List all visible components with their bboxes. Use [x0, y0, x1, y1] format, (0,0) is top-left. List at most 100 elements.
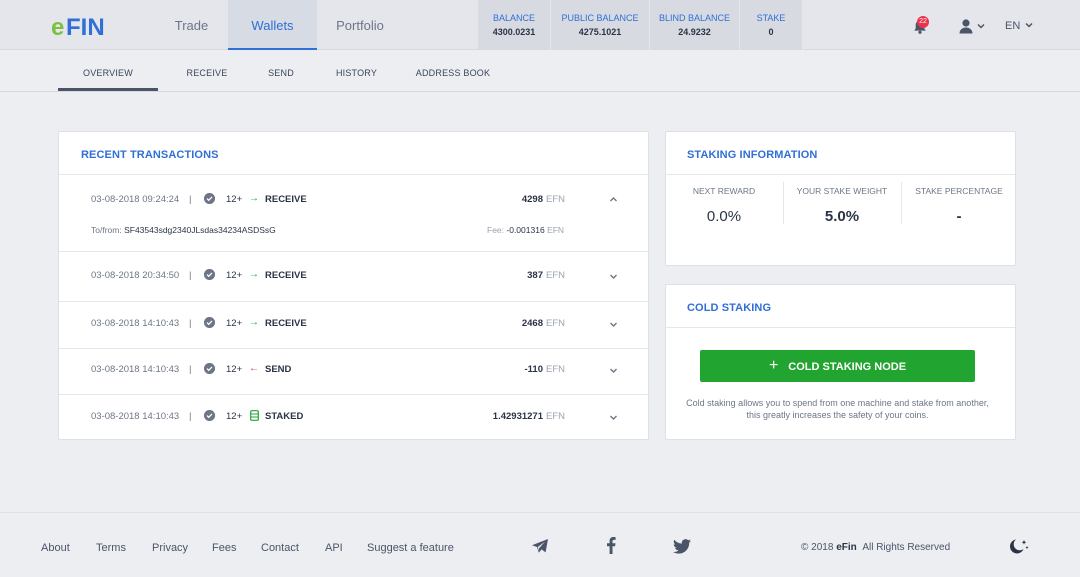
footer-link-terms[interactable]: Terms: [96, 542, 126, 554]
wallet-subnav: OVERVIEW RECEIVE SEND HISTORY ADDRESS BO…: [0, 51, 1080, 92]
footer-link-fees[interactable]: Fees: [212, 542, 236, 554]
tx-separator: |: [189, 318, 192, 329]
transaction-row[interactable]: 03-08-2018 20:34:50 | 12+ → RECEIVE 387 …: [59, 252, 649, 301]
tx-address-label: To/from:: [91, 225, 122, 235]
footer-link-contact[interactable]: Contact: [261, 542, 299, 554]
tx-confirmations: 12+: [226, 411, 243, 422]
copyright-suffix: All Rights Reserved: [862, 542, 951, 553]
tx-date: 03-08-2018 14:10:43: [91, 318, 180, 329]
check-circle-icon: [204, 193, 215, 204]
language-select[interactable]: EN: [1005, 20, 1033, 32]
tx-type: RECEIVE: [265, 270, 307, 281]
efin-logo[interactable]: e FIN: [51, 13, 121, 39]
chevron-up-icon[interactable]: [609, 196, 618, 203]
arrow-right-icon: →: [249, 269, 259, 280]
recent-transactions-card: RECENT TRANSACTIONS 03-08-2018 09:24:24 …: [58, 131, 649, 440]
arrow-right-icon: →: [249, 193, 259, 204]
copyright-brand: eFin: [836, 542, 857, 553]
transaction-row[interactable]: 03-08-2018 14:10:43 | 12+ → RECEIVE 2468…: [59, 302, 649, 348]
chevron-down-icon[interactable]: [609, 414, 618, 421]
tx-unit: EFN: [546, 194, 565, 205]
tx-amount: 2468: [521, 318, 543, 329]
cold-staking-button-label: COLD STAKING NODE: [788, 361, 907, 373]
check-circle-icon: [204, 269, 215, 280]
balance-value: 4300.0231: [492, 27, 536, 37]
stake-value: 0: [768, 27, 774, 37]
transaction-row[interactable]: 03-08-2018 14:10:43 | 12+ ← SEND -110 EF…: [59, 349, 649, 394]
top-bar: e FIN Trade Wallets Portfolio BALANCE 43…: [0, 0, 1080, 50]
tx-date: 03-08-2018 09:24:24: [91, 194, 180, 205]
tx-amount: 4298: [521, 194, 543, 205]
nav-tab-trade[interactable]: Trade: [153, 0, 230, 50]
balance-blind: BLIND BALANCE 24.9232: [650, 0, 740, 50]
svg-text:FIN: FIN: [66, 14, 105, 39]
stat-label: NEXT REWARD: [692, 186, 756, 196]
stat-label: STAKE PERCENTAGE: [915, 186, 1003, 196]
nav-tab-portfolio[interactable]: Portfolio: [317, 0, 403, 50]
tx-fee-line: Fee: -0.001316 EFN: [487, 225, 564, 235]
chevron-down-icon[interactable]: [609, 273, 618, 280]
footer-link-privacy[interactable]: Privacy: [152, 542, 188, 554]
plus-icon: +: [768, 357, 779, 374]
transaction-row[interactable]: 03-08-2018 14:10:43 | 12+ STAKED 1.42931…: [59, 395, 649, 440]
tx-address: SF43543sdg2340JLsdas34234ASDSsG: [124, 225, 276, 235]
nav-tab-wallets[interactable]: Wallets: [228, 0, 317, 50]
tx-date: 03-08-2018 20:34:50: [91, 270, 180, 281]
staking-information-card: STAKING INFORMATION NEXT REWARD 0.0% YOU…: [665, 131, 1016, 266]
blind-balance-value: 24.9232: [678, 27, 711, 37]
tx-separator: |: [189, 194, 192, 205]
tx-address-line: To/from: SF43543sdg2340JLsdas34234ASDSsG: [91, 225, 276, 235]
cold-staking-card: COLD STAKING + COLD STAKING NODE Cold sta…: [665, 284, 1016, 440]
subtab-history[interactable]: HISTORY: [325, 51, 388, 91]
public-balance-label: PUBLIC BALANCE: [561, 13, 639, 23]
blind-balance-label: BLIND BALANCE: [658, 13, 731, 23]
chevron-down-icon[interactable]: [609, 321, 618, 328]
arrow-right-icon: →: [249, 317, 259, 328]
balance-public: PUBLIC BALANCE 4275.1021: [551, 0, 650, 50]
subtab-receive[interactable]: RECEIVE: [176, 51, 238, 91]
subtab-address-book[interactable]: ADDRESS BOOK: [409, 51, 497, 91]
tx-unit: EFN: [546, 318, 565, 329]
tx-separator: |: [189, 270, 192, 281]
subtab-send[interactable]: SEND: [258, 51, 304, 91]
tx-separator: |: [189, 411, 192, 422]
moon-stars-icon[interactable]: [1006, 538, 1030, 555]
stat-value: 5.0%: [824, 208, 860, 225]
svg-text:e: e: [51, 14, 64, 39]
tx-type: RECEIVE: [265, 194, 307, 205]
transaction-row[interactable]: 03-08-2018 09:24:24 | 12+ → RECEIVE 4298…: [59, 175, 649, 251]
cold-staking-node-button[interactable]: + COLD STAKING NODE: [700, 350, 975, 382]
footer-link-about[interactable]: About: [41, 542, 70, 554]
chevron-down-icon[interactable]: [977, 22, 985, 30]
tx-separator: |: [189, 364, 192, 375]
tx-confirmations: 12+: [226, 270, 243, 281]
divider: [666, 174, 1015, 175]
chevron-down-icon: [1025, 22, 1033, 28]
tx-amount: 1.42931271: [492, 411, 543, 422]
stat-label: YOUR STAKE WEIGHT: [796, 186, 888, 196]
user-icon[interactable]: [958, 18, 974, 34]
footer: About Terms Privacy Fees Contact API Sug…: [0, 512, 1080, 577]
stake-label: STAKE: [756, 13, 786, 23]
check-circle-icon: [204, 410, 215, 421]
chevron-down-icon[interactable]: [609, 367, 618, 374]
twitter-icon[interactable]: [673, 539, 691, 554]
stat-next-reward: NEXT REWARD 0.0%: [666, 186, 782, 225]
stat-value: 0.0%: [706, 208, 742, 225]
tx-unit: EFN: [546, 270, 565, 281]
footer-link-api[interactable]: API: [325, 542, 343, 554]
tx-unit: EFN: [546, 364, 565, 375]
facebook-icon[interactable]: [606, 537, 616, 554]
telegram-icon[interactable]: [531, 538, 549, 554]
cold-staking-title: COLD STAKING: [687, 302, 772, 314]
balance-label: BALANCE: [492, 13, 536, 23]
tx-fee-value: -0.001316: [506, 225, 545, 235]
copyright-prefix: © 2018: [801, 542, 834, 553]
subtab-overview[interactable]: OVERVIEW: [58, 51, 158, 91]
footer-link-suggest-feature[interactable]: Suggest a feature: [367, 542, 454, 554]
arrow-left-icon: ←: [249, 363, 259, 374]
check-circle-icon: [204, 317, 215, 328]
stat-value: -: [956, 208, 962, 225]
balance-stake: STAKE 0: [740, 0, 803, 50]
coins-icon: [250, 410, 259, 421]
